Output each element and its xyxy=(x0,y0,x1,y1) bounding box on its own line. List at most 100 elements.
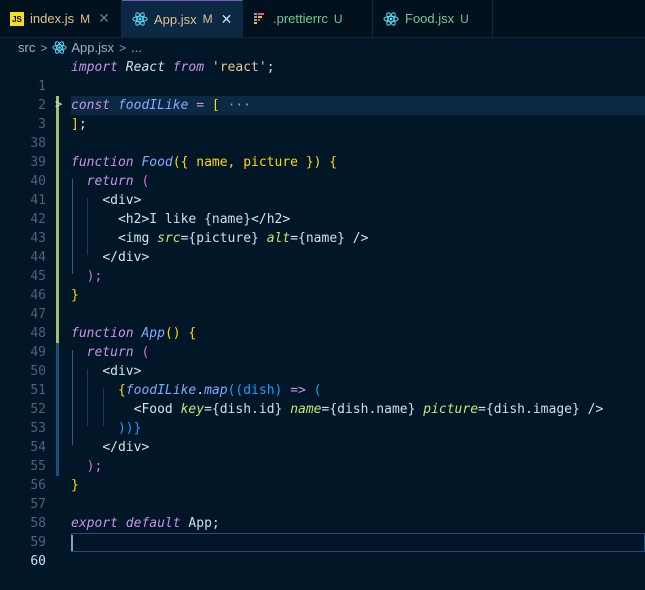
code-token: function xyxy=(71,326,134,341)
code-token: ))} xyxy=(117,421,142,436)
code-line: 53 <Food key={dish.id} name={dish.name} … xyxy=(0,400,645,436)
code-token: ({ name, picture }) { xyxy=(172,155,338,170)
code-line: 45 </div> xyxy=(0,248,645,284)
code-token: ( xyxy=(141,174,150,189)
tab-status: M xyxy=(202,12,213,26)
code-token: App xyxy=(188,516,212,531)
tab-food-jsx[interactable]: Food.jsx U xyxy=(373,0,493,37)
code-line: 46 ); xyxy=(0,267,645,303)
code-token: import xyxy=(71,60,118,75)
code-token: ] xyxy=(71,117,79,132)
code-token: ((dish) xyxy=(227,383,283,398)
code-token: /> xyxy=(579,402,604,417)
code-token: picture xyxy=(423,402,479,417)
code-token: name xyxy=(290,402,322,417)
code-token: return xyxy=(86,345,134,360)
breadcrumb-more[interactable]: ... xyxy=(131,40,142,55)
code-token: } xyxy=(71,478,79,493)
code-token: ={dish.name} xyxy=(321,402,416,417)
code-token: ; xyxy=(78,117,87,132)
breadcrumb-folder[interactable]: src xyxy=(18,40,35,55)
code-line: 42 <div> xyxy=(0,191,645,227)
code-token: React xyxy=(125,60,165,75)
code-token: <h2> xyxy=(117,212,150,227)
close-icon[interactable]: ✕ xyxy=(221,11,233,28)
code-line: 57 } xyxy=(0,476,645,512)
tab-index-js[interactable]: JS index.js M ✕ xyxy=(0,0,122,37)
prettier-icon xyxy=(254,12,264,24)
code-token: foodILike xyxy=(117,98,189,113)
code-token: <img xyxy=(117,231,150,246)
code-token: <div> xyxy=(102,193,142,208)
code-line: 54 ))} xyxy=(0,419,645,455)
code-line: 1 import React from 'react'; xyxy=(0,58,645,94)
react-icon xyxy=(52,41,67,54)
code-token: src xyxy=(157,231,181,246)
code-line: 52 {foodILike.map((dish) => ( xyxy=(0,381,645,417)
code-line: 51 <div> xyxy=(0,362,645,398)
code-line: 2 xyxy=(0,77,645,113)
code-token: ); xyxy=(86,459,103,474)
code-line: 56 ); xyxy=(0,457,645,493)
code-token: </div> xyxy=(102,250,150,265)
tab-label: .prettierrc xyxy=(273,11,328,26)
code-token: I like xyxy=(149,212,205,227)
js-file-icon: JS xyxy=(10,11,24,26)
code-token: ( xyxy=(141,345,150,360)
tab-app-jsx[interactable]: App.jsx M ✕ xyxy=(122,0,243,37)
code-line: 59 export default App; xyxy=(0,514,645,550)
line-number: 60 xyxy=(30,554,46,569)
code-token: ; xyxy=(211,516,220,531)
code-token: = xyxy=(196,98,205,113)
code-token: map xyxy=(204,383,228,398)
code-token: { xyxy=(117,383,126,398)
code-token: Food xyxy=(141,155,173,170)
code-token: . xyxy=(196,383,205,398)
tab-prettierrc[interactable]: .prettierrc U xyxy=(243,0,373,37)
code-token: ); xyxy=(86,269,103,284)
code-token: ; xyxy=(266,60,275,75)
editor-tab-bar: JS index.js M ✕ App.jsx M ✕ .prettierrc xyxy=(0,0,645,38)
tab-label: App.jsx xyxy=(154,11,197,27)
code-editor[interactable]: > 1 import React from 'react'; 2 3 const… xyxy=(0,58,645,569)
close-icon[interactable]: ✕ xyxy=(98,10,110,27)
code-line: 43 <h2>I like {name}</h2> xyxy=(0,210,645,246)
tab-label: index.js xyxy=(30,11,75,26)
breadcrumb-file[interactable]: App.jsx xyxy=(71,40,114,55)
code-token: [ xyxy=(211,98,220,113)
code-line: 38 ]; xyxy=(0,115,645,151)
code-token: const xyxy=(71,98,111,113)
code-line: 50 return ( xyxy=(0,343,645,379)
code-token: () { xyxy=(164,326,197,341)
react-icon xyxy=(383,11,399,26)
tab-status: M xyxy=(80,11,91,26)
code-token: ={name} xyxy=(290,231,345,246)
code-line: 60 xyxy=(0,533,645,569)
chevron-right-icon: > xyxy=(119,40,127,55)
code-token: <div> xyxy=(102,364,142,379)
code-token: => xyxy=(290,383,306,398)
code-token: {name} xyxy=(204,212,252,227)
code-token: } xyxy=(71,288,79,303)
tab-label: Food.jsx xyxy=(405,11,455,26)
chevron-right-icon: > xyxy=(40,40,48,55)
code-line: 44 <img src={picture} alt={name} /> xyxy=(0,229,645,265)
code-token: export xyxy=(71,516,118,531)
code-line: 39 xyxy=(0,134,645,170)
folded-ellipsis[interactable]: ··· xyxy=(228,98,251,113)
react-icon xyxy=(132,12,148,26)
code-line: 40 function Food({ name, picture }) { xyxy=(0,153,645,189)
code-token: </h2> xyxy=(251,212,291,227)
code-token: return xyxy=(86,174,134,189)
code-token: <Food xyxy=(133,402,173,417)
tab-status: U xyxy=(333,11,343,26)
code-token: alt xyxy=(266,231,291,246)
code-line: 55 </div> xyxy=(0,438,645,474)
code-token: function xyxy=(71,155,134,170)
code-token: foodILike xyxy=(125,383,197,398)
code-token: ={picture} xyxy=(180,231,259,246)
code-token: 'react' xyxy=(211,60,267,75)
code-token: from xyxy=(172,60,205,75)
code-token: default xyxy=(125,516,181,531)
code-token: App xyxy=(141,326,165,341)
